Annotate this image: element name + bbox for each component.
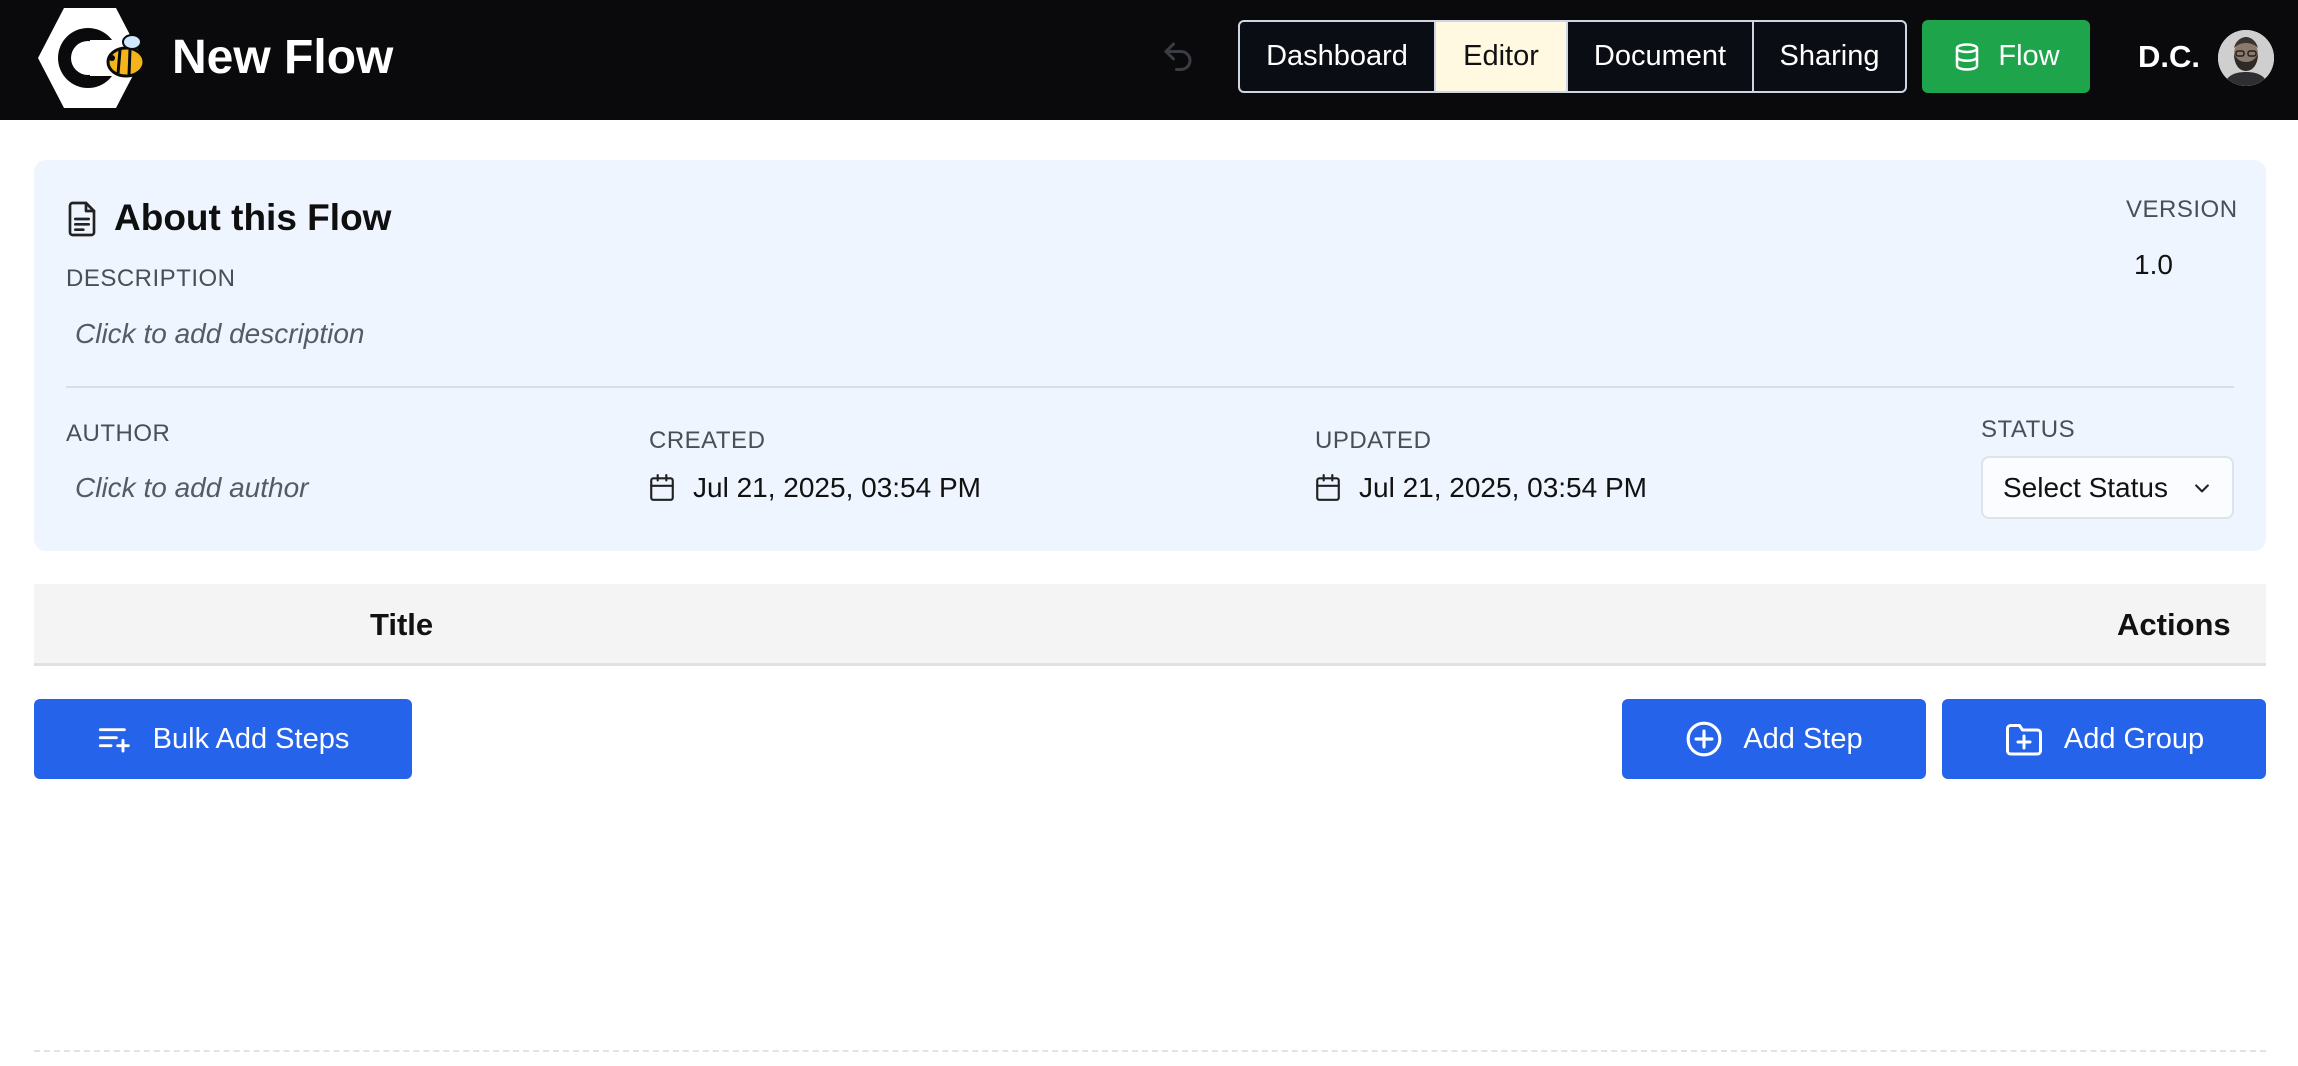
view-tabs: Dashboard Editor Document Sharing	[1238, 20, 1907, 93]
flow-button[interactable]: Flow	[1922, 20, 2090, 93]
flow-button-label: Flow	[1998, 40, 2060, 72]
drop-zone-border	[34, 1050, 2266, 1052]
top-bar: New Flow Dashboard Editor Document Shari…	[0, 0, 2298, 120]
steps-table-header	[34, 584, 2266, 666]
document-icon	[68, 201, 96, 237]
add-group-label: Add Group	[2063, 722, 2205, 755]
column-header-actions: Actions	[2117, 607, 2231, 642]
tab-dashboard[interactable]: Dashboard	[1238, 20, 1436, 93]
add-group-button[interactable]: Add Group	[1942, 699, 2266, 779]
updated-label: UPDATED	[1315, 427, 1432, 454]
list-plus-icon	[98, 728, 130, 753]
folder-plus-icon	[2005, 724, 2042, 756]
status-label: STATUS	[1981, 416, 2076, 443]
database-icon	[1956, 42, 1979, 71]
created-label: CREATED	[649, 427, 766, 454]
chevron-down-icon	[2195, 484, 2209, 493]
description-field[interactable]: Click to add description	[75, 317, 364, 351]
tab-sharing[interactable]: Sharing	[1752, 20, 1907, 93]
description-label: DESCRIPTION	[66, 265, 236, 292]
avatar[interactable]	[2218, 30, 2274, 86]
tab-editor[interactable]: Editor	[1436, 20, 1568, 93]
bulk-add-steps-button[interactable]: Bulk Add Steps	[34, 699, 412, 779]
about-title: About this Flow	[114, 197, 392, 238]
version-value[interactable]: 1.0	[2134, 248, 2173, 282]
updated-value: Jul 21, 2025, 03:54 PM	[1359, 472, 1647, 503]
about-divider	[66, 386, 2234, 388]
tab-document[interactable]: Document	[1568, 20, 1754, 93]
undo-icon[interactable]	[1160, 38, 1196, 74]
flow-title[interactable]: New Flow	[172, 30, 393, 86]
status-select[interactable]: Select Status	[1981, 456, 2234, 519]
plus-circle-icon	[1686, 721, 1722, 757]
created-value: Jul 21, 2025, 03:54 PM	[693, 472, 981, 503]
column-header-title: Title	[370, 607, 434, 642]
calendar-icon	[1316, 474, 1340, 501]
author-label: AUTHOR	[66, 420, 171, 447]
user-photo-icon	[2218, 30, 2274, 86]
add-step-label: Add Step	[1743, 722, 1863, 755]
user-initials[interactable]: D.C.	[2138, 38, 2200, 76]
app-logo-icon[interactable]	[30, 4, 150, 112]
bulk-add-steps-label: Bulk Add Steps	[152, 722, 350, 755]
add-step-button[interactable]: Add Step	[1622, 699, 1926, 779]
version-label: VERSION	[2126, 196, 2238, 223]
status-select-value: Select Status	[2003, 471, 2168, 503]
calendar-icon	[650, 474, 674, 501]
author-field[interactable]: Click to add author	[75, 471, 308, 505]
